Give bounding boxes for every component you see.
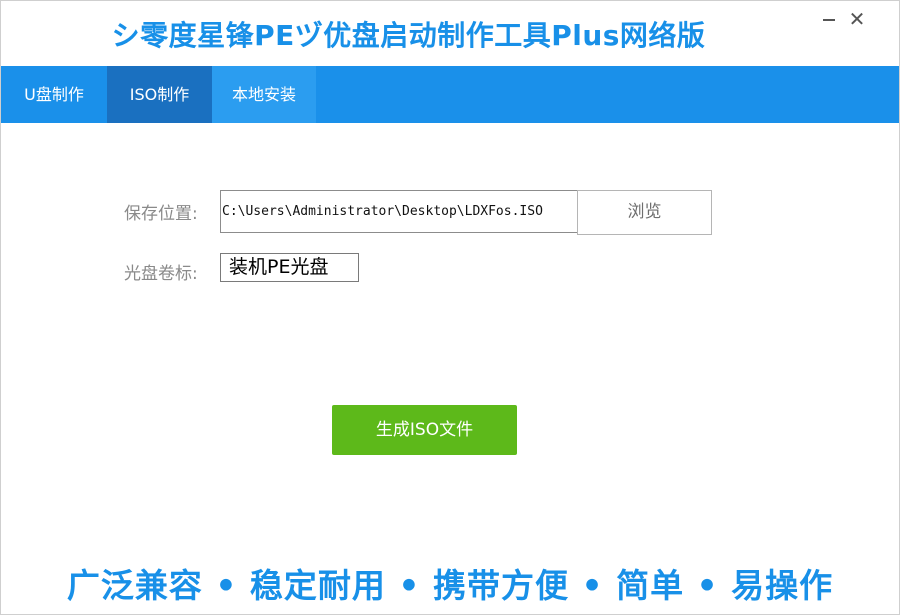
slogan: 广泛兼容 • 稳定耐用 • 携带方便 • 简单 • 易操作: [66, 566, 834, 605]
volume-label-label: 光盘卷标:: [124, 264, 198, 284]
tab-iso[interactable]: ISO制作: [107, 66, 212, 123]
tab-bar: U盘制作 ISO制作 本地安装: [1, 66, 899, 123]
volume-label-input[interactable]: 装机PE光盘: [220, 253, 359, 282]
browse-button[interactable]: 浏览: [577, 190, 712, 235]
save-path-input[interactable]: C:\Users\Administrator\Desktop\LDXFos.IS…: [220, 190, 577, 233]
title-bar: シ零度星锋PEヅ优盘启动制作工具Plus网络版 ✕: [1, 1, 899, 66]
close-icon: ✕: [848, 7, 866, 31]
save-location-label: 保存位置:: [124, 204, 198, 224]
close-button[interactable]: ✕: [846, 9, 868, 29]
tab-u-disk[interactable]: U盘制作: [1, 66, 107, 123]
app-window: シ零度星锋PEヅ优盘启动制作工具Plus网络版 ✕ U盘制作 ISO制作 本地安…: [0, 0, 900, 615]
app-title: シ零度星锋PEヅ优盘启动制作工具Plus网络版: [111, 19, 706, 52]
generate-iso-button[interactable]: 生成ISO文件: [332, 405, 517, 455]
minimize-icon: [823, 19, 835, 21]
tab-local-install[interactable]: 本地安装: [212, 66, 316, 123]
minimize-button[interactable]: [818, 9, 840, 29]
